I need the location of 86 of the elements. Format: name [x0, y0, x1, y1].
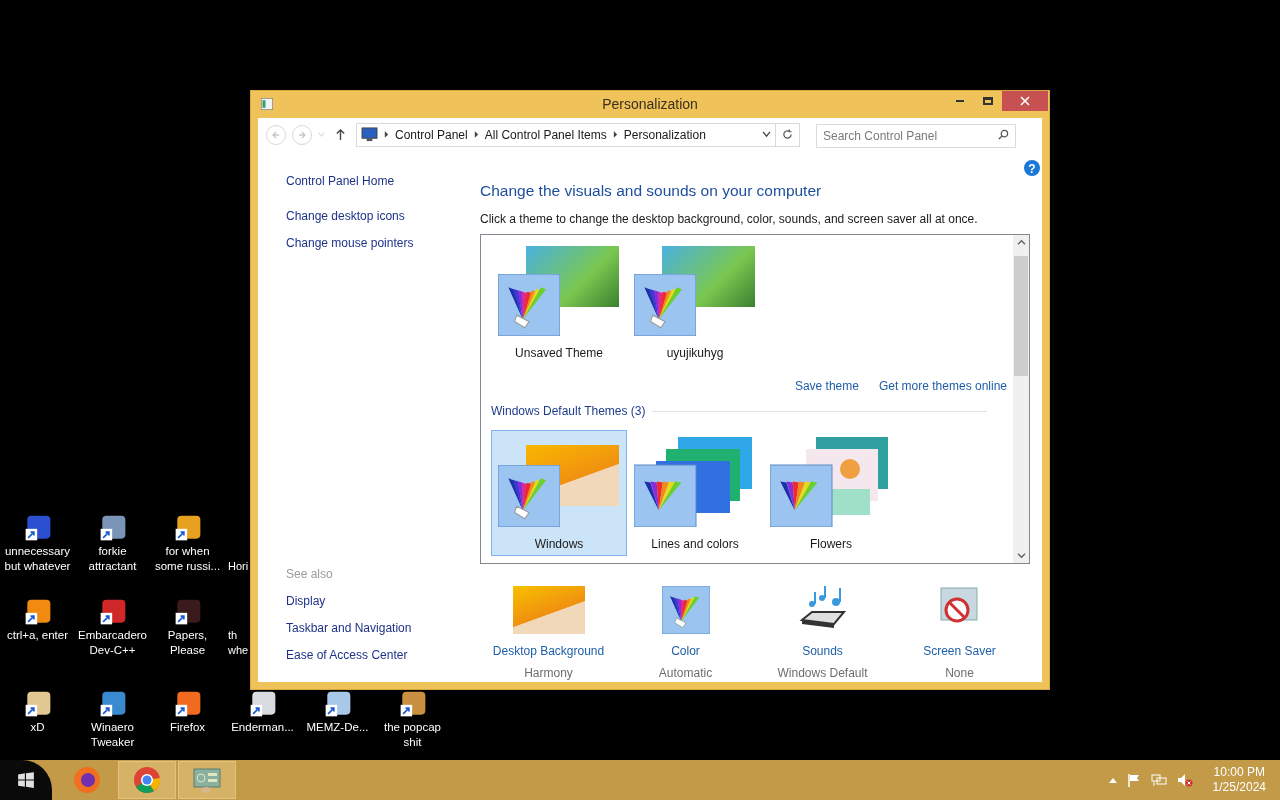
- color-palette-icon: [498, 465, 560, 527]
- page-heading: Change the visuals and sounds on your computer: [480, 180, 823, 201]
- address-bar[interactable]: Control Panel All Control Panel Items Personalization: [356, 122, 776, 147]
- shortcut-icon: [23, 690, 52, 718]
- see-also-heading: See also: [286, 566, 334, 583]
- right-arrow-icon: [297, 129, 307, 140]
- shortcut-icon: [248, 690, 277, 718]
- dropdown-chevron-icon[interactable]: [762, 131, 771, 139]
- up-arrow-icon[interactable]: [335, 128, 346, 142]
- theme-tile[interactable]: Lines and colors: [627, 430, 763, 556]
- shortcut-icon: [323, 690, 352, 718]
- chrome-icon: [132, 765, 162, 795]
- desktop-shortcut[interactable]: xD: [0, 690, 75, 750]
- desktop-shortcut[interactable]: ctrl+a, enter: [0, 598, 75, 658]
- setting-item[interactable]: Screen Saver None: [891, 584, 1028, 682]
- monitor-icon: [361, 127, 378, 143]
- theme-link[interactable]: Save theme: [794, 377, 859, 395]
- shortcut-icon: [23, 514, 52, 542]
- shortcut-icon: [23, 598, 52, 626]
- desktop-shortcut[interactable]: Firefox: [150, 690, 225, 750]
- breadcrumb-chevron-icon: [473, 131, 479, 139]
- shortcut-icon: [173, 514, 202, 542]
- shortcut-icon: [98, 514, 127, 542]
- setting-item[interactable]: Color Automatic: [617, 584, 754, 682]
- breadcrumb-item[interactable]: Personalization: [623, 125, 706, 144]
- color-palette-icon: [498, 274, 560, 336]
- network-icon[interactable]: [1150, 773, 1167, 787]
- scroll-down-icon: [1016, 552, 1026, 559]
- desktop-shortcut[interactable]: Papers, Please: [150, 598, 225, 658]
- control-panel-icon: [192, 765, 222, 795]
- taskbar-app-button[interactable]: [118, 761, 176, 799]
- desktop-shortcut[interactable]: the popcap shit: [375, 690, 450, 750]
- sidebar-link[interactable]: Change desktop icons: [286, 206, 480, 225]
- see-also-link[interactable]: Display: [286, 592, 480, 610]
- desktop-icon-label: Hori: [228, 559, 249, 574]
- scroll-up-icon: [1016, 239, 1026, 246]
- shortcut-icon: [398, 690, 427, 718]
- theme-tile[interactable]: uyujikuhyg: [627, 239, 763, 365]
- desktop-shortcut[interactable]: Enderman...: [225, 690, 300, 750]
- shortcut-icon: [98, 690, 127, 718]
- theme-tile[interactable]: Windows: [491, 430, 627, 556]
- speaker-muted-icon[interactable]: [1176, 773, 1193, 787]
- close-icon: [1020, 96, 1030, 106]
- caret-up-icon[interactable]: [1108, 777, 1117, 783]
- theme-link[interactable]: Get more themes online: [878, 377, 1007, 395]
- shortcut-icon: [173, 598, 202, 626]
- fox-globe-icon: [72, 765, 102, 795]
- section-heading: Windows Default Themes (3): [491, 403, 646, 420]
- desktop-shortcut[interactable]: Embarcadero Dev-C++: [75, 598, 150, 658]
- breadcrumb-chevron-icon: [384, 131, 389, 139]
- setting-item[interactable]: Desktop Background Harmony: [480, 584, 617, 682]
- desktop-shortcut[interactable]: Winaero Tweaker: [75, 690, 150, 750]
- page-description: Click a theme to change the desktop background, color, sounds, and screen saver all at once.: [480, 211, 979, 228]
- theme-tile[interactable]: Unsaved Theme: [491, 239, 627, 365]
- search-field[interactable]: Search Control Panel: [816, 123, 1016, 148]
- setting-item[interactable]: Sounds Windows Default: [754, 584, 891, 682]
- see-also-link[interactable]: Taskbar and Navigation: [286, 619, 480, 637]
- breadcrumb-chevron-icon: [612, 131, 618, 139]
- desktop-shortcut[interactable]: forkie attractant: [75, 514, 150, 574]
- sidebar-link[interactable]: Control Panel Home: [286, 171, 480, 190]
- window-title: Personalization: [602, 94, 698, 114]
- shortcut-icon: [173, 690, 202, 718]
- window-app-icon: [260, 98, 274, 111]
- windows-logo-icon: [17, 771, 35, 789]
- scrollbar[interactable]: [1013, 235, 1029, 563]
- flag-icon[interactable]: [1126, 773, 1141, 787]
- sidebar-link[interactable]: Change mouse pointers: [286, 233, 480, 252]
- theme-tile[interactable]: Flowers: [763, 430, 899, 556]
- see-also-link[interactable]: Ease of Access Center: [286, 646, 480, 664]
- refresh-button[interactable]: [776, 122, 800, 147]
- breadcrumb-item[interactable]: Control Panel: [395, 125, 468, 144]
- color-palette-icon: [661, 586, 710, 634]
- dropdown-caret-icon[interactable]: [318, 131, 325, 139]
- help-icon[interactable]: ?: [1024, 159, 1040, 176]
- taskbar-app-button[interactable]: [178, 761, 236, 799]
- desktop-shortcut[interactable]: unnecessary but whatever: [0, 514, 75, 574]
- left-arrow-icon: [271, 129, 281, 140]
- color-palette-icon: [634, 274, 696, 336]
- breadcrumb-item[interactable]: All Control Panel Items: [484, 125, 607, 144]
- desktop-shortcut[interactable]: MEMZ-De...: [300, 690, 375, 750]
- shortcut-icon: [98, 598, 127, 626]
- start-button[interactable]: [0, 760, 52, 800]
- desktop-icon-label: th whe: [228, 628, 249, 658]
- refresh-icon: [782, 129, 793, 141]
- desktop-shortcut[interactable]: for when some russi...: [150, 514, 225, 574]
- search-icon: [998, 128, 1009, 140]
